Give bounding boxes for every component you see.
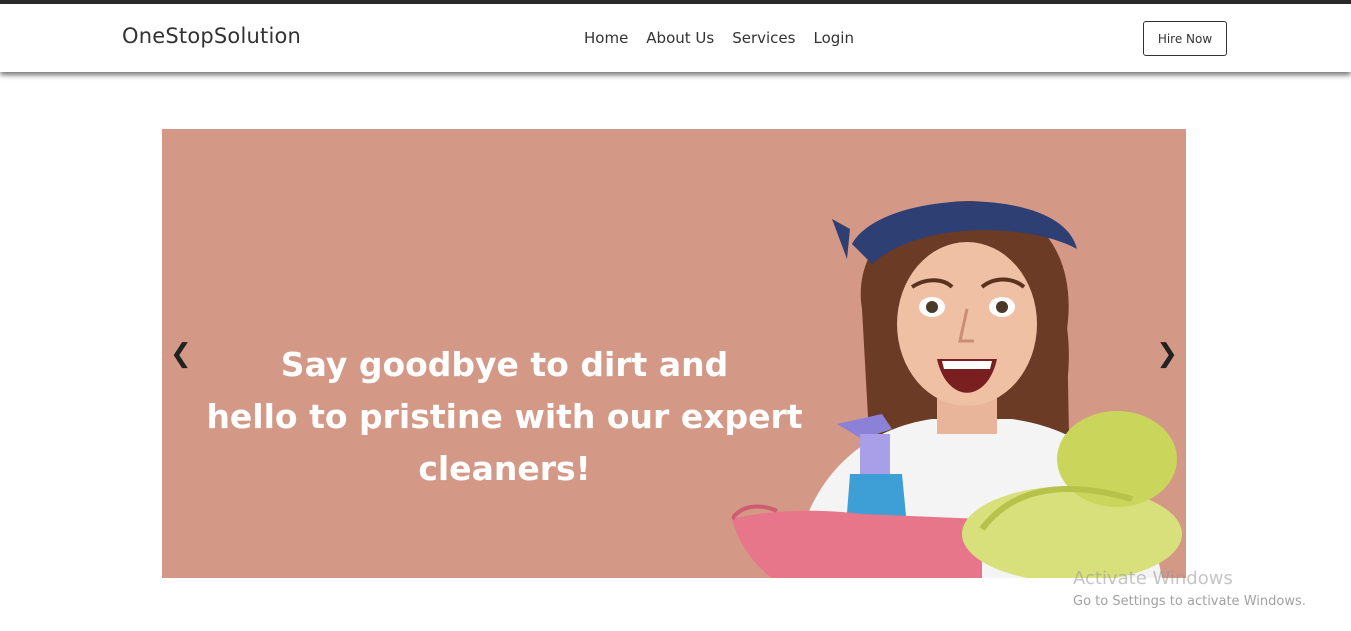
nav-link-about-us[interactable]: About Us	[646, 29, 714, 47]
brand-logo-text[interactable]: OneStopSolution	[122, 24, 301, 48]
nav-link-login[interactable]: Login	[813, 29, 853, 47]
navbar: OneStopSolution Home About Us Services L…	[0, 4, 1351, 72]
nav-link-services[interactable]: Services	[732, 29, 795, 47]
hero-headline-line-3: cleaners!	[418, 449, 591, 488]
hire-now-button[interactable]: Hire Now	[1143, 21, 1227, 56]
hero-carousel: ❮ Say goodbye to dirt and hello to prist…	[162, 129, 1186, 578]
windows-activation-watermark-title: Activate Windows	[1073, 568, 1233, 589]
windows-activation-watermark-subtitle: Go to Settings to activate Windows.	[1073, 594, 1306, 609]
hero-headline-line-2: hello to pristine with our expert	[206, 397, 803, 436]
hero-headline-line-1: Say goodbye to dirt and	[280, 345, 729, 384]
carousel-next-arrow-icon[interactable]: ❯	[1156, 339, 1178, 369]
nav-link-home[interactable]: Home	[584, 29, 628, 47]
main-nav: Home About Us Services Login	[584, 29, 854, 47]
hero-headline: Say goodbye to dirt and hello to pristin…	[202, 339, 807, 495]
carousel-prev-arrow-icon[interactable]: ❮	[170, 339, 192, 369]
hero-woman-cleaning-image	[732, 200, 1182, 578]
